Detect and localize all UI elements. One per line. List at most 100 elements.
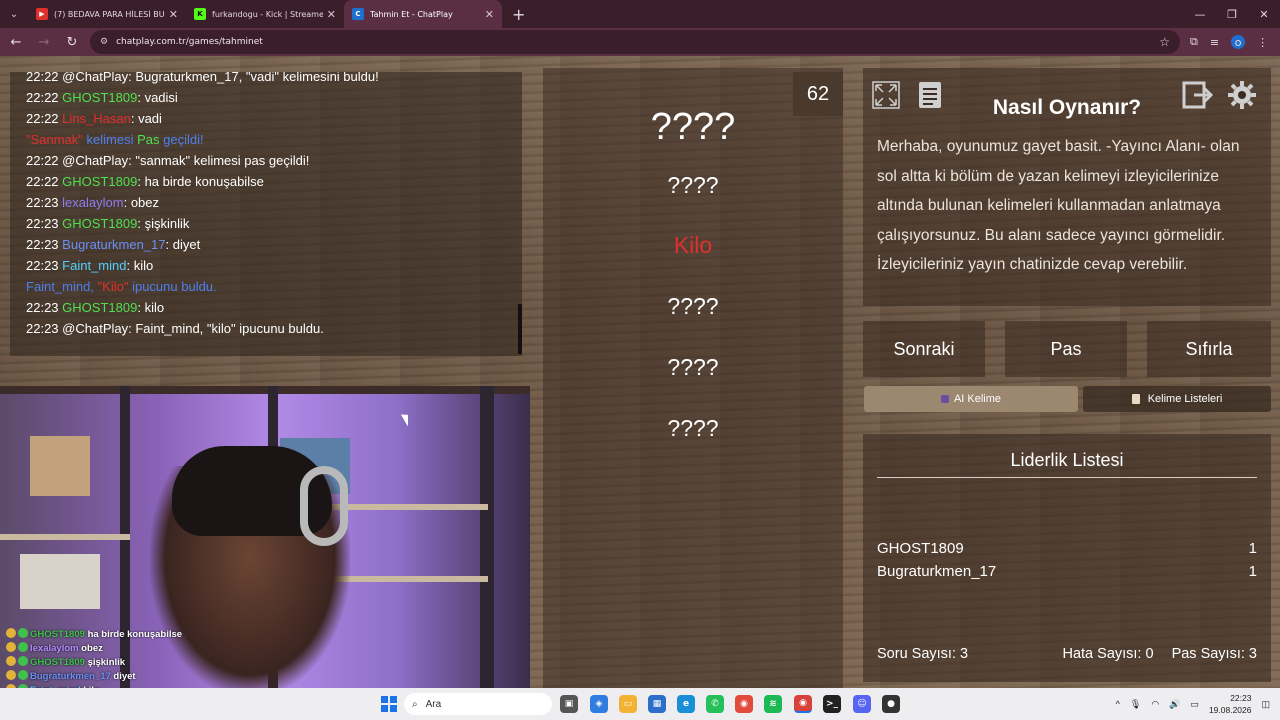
chat-username[interactable]: Lins_Hasan bbox=[62, 111, 131, 126]
chat-username[interactable]: Bugraturkmen_17 bbox=[62, 237, 165, 252]
chrome-icon[interactable]: ◉ bbox=[735, 695, 753, 713]
chat-username[interactable]: @ChatPlay bbox=[62, 72, 128, 84]
leaderboard-row: Bugraturkmen_17 1 bbox=[877, 563, 1257, 585]
app-icon[interactable]: ● bbox=[882, 695, 900, 713]
task-view-icon[interactable]: ▣ bbox=[560, 695, 578, 713]
discord-icon[interactable]: ☺ bbox=[853, 695, 871, 713]
forward-icon[interactable]: → bbox=[32, 30, 56, 54]
extensions-icon[interactable]: ⧉ bbox=[1190, 35, 1198, 49]
restore-icon[interactable]: ❐ bbox=[1216, 0, 1248, 28]
minimize-icon[interactable]: — bbox=[1184, 0, 1216, 28]
pass-button[interactable]: Pas bbox=[1005, 321, 1127, 377]
bookmark-star-icon[interactable]: ☆ bbox=[1159, 35, 1170, 49]
reload-icon[interactable]: ↻ bbox=[60, 30, 84, 54]
chat-text: vadisi bbox=[144, 90, 178, 105]
chat-username[interactable]: GHOST1809 bbox=[62, 216, 137, 231]
volume-icon[interactable]: 🔊 bbox=[1169, 699, 1180, 710]
chat-time: 22:22 bbox=[26, 90, 59, 105]
file-explorer-icon[interactable]: ▭ bbox=[619, 695, 637, 713]
chat-separator: : bbox=[126, 258, 134, 273]
clock[interactable]: 22:23 19.08.2026 bbox=[1209, 692, 1252, 716]
close-tab-icon[interactable]: ✕ bbox=[169, 8, 178, 21]
chat-message: 22:22 Lins_Hasan: vadi bbox=[26, 108, 522, 129]
chat-message: 22:22 @ChatPlay: Bugraturkmen_17, "vadi"… bbox=[26, 72, 522, 87]
settings-gear-icon[interactable] bbox=[1225, 78, 1259, 112]
chat-time: 22:22 bbox=[26, 174, 59, 189]
wifi-icon[interactable]: ◠ bbox=[1151, 699, 1159, 710]
chat-time: 22:22 bbox=[26, 111, 59, 126]
chat-time: 22:23 bbox=[26, 258, 59, 273]
browser-tab-1[interactable]: ▶ (7) BEDAVA PARA HİLESİ BULUP ✕ bbox=[28, 0, 186, 28]
url-input[interactable]: ⚙ chatplay.com.tr/games/tahminet ☆ bbox=[90, 30, 1180, 54]
chat-username[interactable]: @ChatPlay bbox=[62, 153, 128, 168]
copilot-icon[interactable]: ◈ bbox=[590, 695, 608, 713]
chat-separator: : bbox=[137, 90, 145, 105]
chat-message: 22:22 @ChatPlay: "sanmak" kelimesi pas g… bbox=[26, 150, 522, 171]
system-tray: ^ 🎙 ◠ 🔊 ▭ 22:23 19.08.2026 ◫ bbox=[1116, 688, 1270, 720]
leaderboard-row: GHOST1809 1 bbox=[877, 540, 1257, 562]
reset-button[interactable]: Sıfırla bbox=[1147, 321, 1271, 377]
tab-search-icon[interactable]: ⌄ bbox=[0, 0, 28, 28]
browser-tab-2[interactable]: K furkandogu - Kick | StreamerSta ✕ bbox=[186, 0, 344, 28]
site-info-icon[interactable]: ⚙ bbox=[100, 37, 108, 47]
game-page: 22:22 @ChatPlay: Bugraturkmen_17, "vadi"… bbox=[0, 56, 1280, 688]
back-icon[interactable]: ← bbox=[4, 30, 28, 54]
microphone-icon[interactable]: 🎙 bbox=[1130, 699, 1141, 710]
chat-message: 22:23 @ChatPlay: Faint_mind, "kilo" ipuc… bbox=[26, 318, 522, 339]
chat-username[interactable]: @ChatPlay bbox=[62, 321, 128, 336]
next-button[interactable]: Sonraki bbox=[863, 321, 985, 377]
chat-separator: : bbox=[137, 216, 145, 231]
media-icon[interactable]: ≡ bbox=[1210, 36, 1219, 49]
chat-system-message: Faint_mind, "Kilo" ipucunu buldu. bbox=[26, 276, 522, 297]
word-column: 62 ???????? Kilo???????????? bbox=[543, 68, 843, 688]
windows-start-icon[interactable] bbox=[381, 696, 397, 712]
browser-tab-bar: ⌄ ▶ (7) BEDAVA PARA HİLESİ BULUP ✕ K fur… bbox=[0, 0, 1280, 28]
taskbar-search[interactable]: ⌕ Ara bbox=[404, 693, 552, 715]
robot-icon bbox=[940, 395, 949, 403]
exit-icon[interactable] bbox=[1181, 78, 1215, 112]
spotify-icon[interactable]: ≋ bbox=[764, 695, 782, 713]
chat-username[interactable]: GHOST1809 bbox=[62, 300, 137, 315]
store-icon[interactable]: ▦ bbox=[648, 695, 666, 713]
question-count: Soru Sayısı: 3 bbox=[877, 646, 969, 662]
chat-username[interactable]: Faint_mind bbox=[62, 258, 126, 273]
window-controls: — ❐ ✕ bbox=[1184, 0, 1280, 28]
leaderboard-score: 1 bbox=[1248, 563, 1257, 580]
close-window-icon[interactable]: ✕ bbox=[1248, 0, 1280, 28]
chat-scrollbar[interactable] bbox=[518, 304, 522, 354]
chat-system-fragment: geçildi! bbox=[159, 132, 204, 147]
chat-badge-icon bbox=[18, 670, 28, 680]
chat-badge-icon bbox=[6, 656, 16, 666]
new-tab-icon[interactable]: + bbox=[512, 5, 525, 24]
url-text: chatplay.com.tr/games/tahminet bbox=[116, 37, 263, 47]
whatsapp-icon[interactable]: ✆ bbox=[706, 695, 724, 713]
battery-icon[interactable]: ▭ bbox=[1190, 699, 1199, 710]
chat-username[interactable]: GHOST1809 bbox=[62, 174, 137, 189]
chevron-up-icon[interactable]: ^ bbox=[1116, 699, 1120, 709]
profile-avatar[interactable]: o bbox=[1231, 35, 1246, 49]
chrome-active-icon[interactable]: ◉ bbox=[794, 695, 812, 713]
menu-kebab-icon[interactable]: ⋮ bbox=[1257, 36, 1268, 49]
chat-system-message: "Sanmak" kelimesi Pas geçildi! bbox=[26, 129, 522, 150]
webcam-chat-line: GHOST1809 ha birde konuşabilse bbox=[6, 628, 266, 642]
hint-word: ???? bbox=[667, 293, 719, 319]
chat-time: 22:22 bbox=[26, 72, 59, 84]
edge-icon[interactable]: e bbox=[677, 695, 695, 713]
close-tab-icon[interactable]: ✕ bbox=[485, 8, 494, 21]
webcam-chat-user: GHOST1809 bbox=[30, 657, 85, 668]
chat-username[interactable]: GHOST1809 bbox=[62, 90, 137, 105]
game-stats: Soru Sayısı: 3 Hata Sayısı: 0 Pas Sayısı… bbox=[877, 646, 1257, 662]
search-placeholder: Ara bbox=[425, 698, 442, 710]
terminal-icon[interactable]: >_ bbox=[823, 695, 841, 713]
chat-message: 22:22 GHOST1809: ha birde konuşabilse bbox=[26, 171, 522, 192]
chat-text: şişkinlik bbox=[144, 216, 190, 231]
chat-time: 22:23 bbox=[26, 195, 59, 210]
tab-word-lists[interactable]: Kelime Listeleri bbox=[1083, 386, 1271, 412]
notifications-icon[interactable]: ◫ bbox=[1261, 699, 1270, 710]
close-tab-icon[interactable]: ✕ bbox=[327, 8, 336, 21]
chat-username[interactable]: lexalaylom bbox=[62, 195, 123, 210]
browser-tab-3[interactable]: C Tahmin Et - ChatPlay ✕ bbox=[344, 0, 502, 28]
chat-badge-icon bbox=[6, 670, 16, 680]
chat-separator: : bbox=[123, 195, 131, 210]
tab-ai-word[interactable]: AI Kelime bbox=[864, 386, 1078, 412]
